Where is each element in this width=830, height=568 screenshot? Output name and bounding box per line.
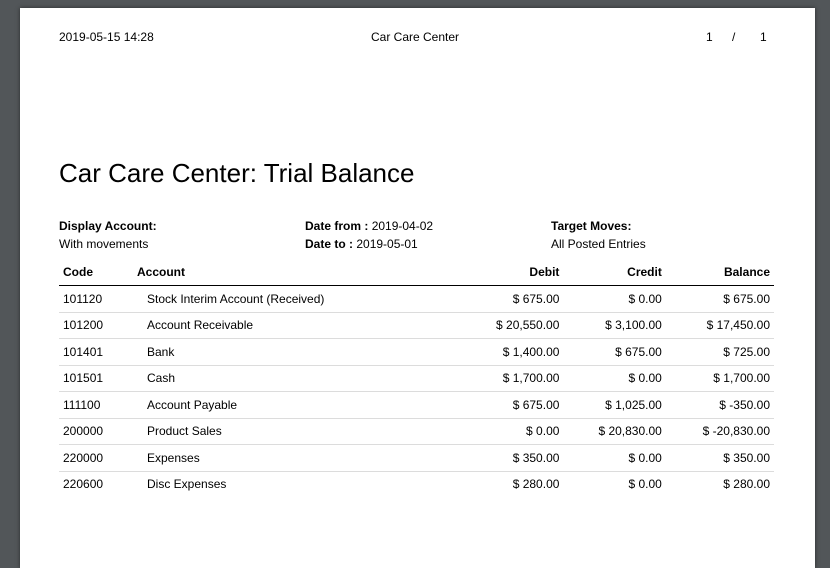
cell-account: Product Sales: [133, 417, 461, 445]
display-account-block: Display Account: With movements: [59, 217, 157, 253]
cell-credit: $ 1,025.00: [563, 391, 666, 418]
cell-code: 101401: [59, 338, 133, 365]
cell-account: Disc Expenses: [133, 470, 461, 497]
page-separator: /: [732, 30, 736, 44]
table-row: 220600 Disc Expenses $ 280.00 $ 0.00 $ 2…: [59, 470, 774, 497]
target-moves-value: All Posted Entries: [551, 237, 646, 251]
cell-balance: $ -20,830.00: [665, 417, 774, 445]
cell-debit: $ 675.00: [512, 291, 560, 306]
header-company-name: Car Care Center: [371, 30, 460, 44]
cell-code: 200000: [59, 417, 133, 445]
cell-code: 111100: [59, 391, 133, 418]
cell-code: 101200: [59, 311, 133, 339]
table-row: 111100 Account Payable $ 675.00 $ 1,025.…: [59, 391, 774, 418]
cell-balance: $ 280.00: [665, 470, 774, 497]
cell-code: 101120: [63, 291, 103, 306]
cell-debit: $ 0.00: [461, 417, 564, 445]
cell-account: Expenses: [133, 444, 461, 471]
table-row: 101120 Stock Interim Account (Received) …: [59, 286, 774, 313]
date-from-value: 2019-04-02: [371, 219, 434, 233]
cell-balance: $ 17,450.00: [665, 311, 774, 339]
cell-code: 220000: [59, 444, 133, 471]
cell-credit: $ 0.00: [563, 444, 666, 471]
cell-balance: $ 1,700.00: [665, 364, 774, 392]
cell-credit: $ 0.00: [563, 364, 666, 392]
cell-credit: $ 3,100.00: [563, 311, 666, 339]
target-moves-block: Target Moves: All Posted Entries: [551, 217, 646, 253]
cell-credit: $ 20,830.00: [563, 417, 666, 445]
cell-debit: $ 1,400.00: [461, 338, 564, 365]
cell-code: 101501: [59, 364, 133, 392]
table-row: 200000 Product Sales $ 0.00 $ 20,830.00 …: [59, 417, 774, 445]
cell-account: Bank: [133, 338, 461, 365]
cell-balance: $ 675.00: [723, 291, 770, 306]
print-datetime: 2019-05-15 14:28: [59, 30, 154, 44]
cell-account: Cash: [133, 364, 461, 392]
page-counter: 1 / 1: [706, 30, 767, 44]
table-row: 101401 Bank $ 1,400.00 $ 675.00 $ 725.00: [59, 338, 774, 365]
column-header-account: Account: [133, 259, 461, 286]
cell-account: Stock Interim Account (Received): [147, 291, 325, 306]
cell-debit: $ 20,550.00: [461, 311, 564, 339]
table-row: 101501 Cash $ 1,700.00 $ 0.00 $ 1,700.00: [59, 364, 774, 392]
column-header-debit: Debit: [461, 259, 564, 286]
column-header-balance: Balance: [665, 259, 774, 286]
cell-debit: $ 350.00: [461, 444, 564, 471]
column-header-credit: Credit: [563, 259, 666, 286]
cell-debit: $ 675.00: [461, 391, 564, 418]
cell-credit: $ 0.00: [628, 291, 662, 306]
cell-code: 220600: [59, 470, 133, 497]
table-row: 101200 Account Receivable $ 20,550.00 $ …: [59, 311, 774, 339]
table-header-row: Code Account Debit Credit Balance: [59, 259, 774, 286]
cell-balance: $ 725.00: [665, 338, 774, 365]
cell-debit: $ 280.00: [461, 470, 564, 497]
cell-balance: $ -350.00: [665, 391, 774, 418]
trial-balance-table: Code Account Debit Credit Balance 101120…: [59, 259, 774, 497]
target-moves-label: Target Moves:: [551, 219, 632, 233]
table-row: 220000 Expenses $ 350.00 $ 0.00 $ 350.00: [59, 444, 774, 471]
cell-debit: $ 1,700.00: [461, 364, 564, 392]
date-from-label: Date from :: [305, 219, 369, 233]
cell-account: Account Payable: [133, 391, 461, 418]
column-header-code: Code: [59, 259, 133, 286]
cell-credit: $ 0.00: [563, 470, 666, 497]
cell-account: Account Receivable: [133, 311, 461, 339]
page-total: 1: [760, 30, 767, 44]
display-account-value: With movements: [59, 237, 149, 251]
date-to-label: Date to :: [305, 237, 353, 251]
date-range-block: Date from : 2019-04-02 Date to : 2019-05…: [305, 217, 433, 253]
report-title: Car Care Center: Trial Balance: [59, 158, 415, 188]
page-current: 1: [706, 30, 713, 44]
cell-credit: $ 675.00: [563, 338, 666, 365]
display-account-label: Display Account:: [59, 219, 157, 233]
cell-balance: $ 350.00: [665, 444, 774, 471]
report-page: 2019-05-15 14:28 Car Care Center 1 / 1 Car…: [20, 8, 815, 568]
date-to-value: 2019-05-01: [356, 237, 418, 251]
